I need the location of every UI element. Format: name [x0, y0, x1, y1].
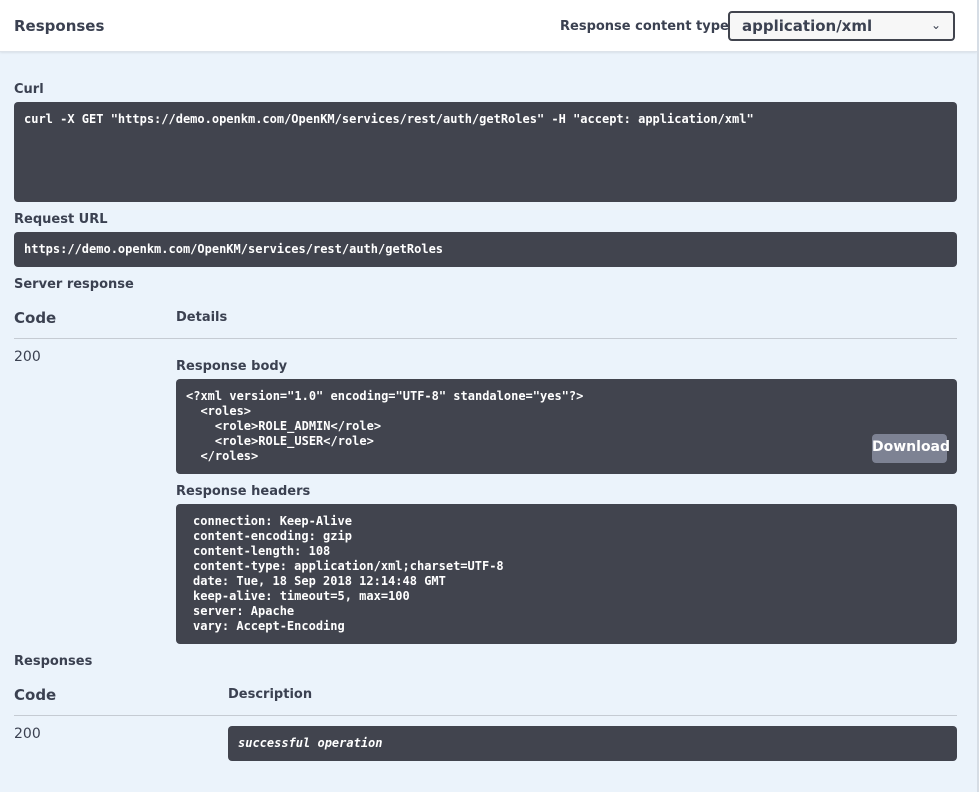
responses-table-divider — [14, 715, 957, 716]
header-line: content-length: 108 — [193, 544, 331, 558]
responses-code-header: Code — [14, 686, 57, 704]
request-url-block[interactable]: https://demo.openkm.com/OpenKM/services/… — [14, 232, 957, 267]
server-response-label: Server response — [14, 277, 134, 292]
responses-header: Responses Response content type applicat… — [0, 0, 977, 52]
response-headers-block[interactable]: connection: Keep-Alive content-encoding:… — [176, 504, 957, 644]
body-line: <role>ROLE_ADMIN</role> — [186, 419, 382, 433]
content-type-label: Response content type — [560, 19, 729, 34]
server-table-divider — [14, 338, 957, 339]
body-line: <role>ROLE_USER</role> — [186, 434, 374, 448]
curl-command: curl -X GET "https://demo.openkm.com/Ope… — [24, 112, 754, 126]
server-response-code: 200 — [14, 349, 41, 365]
body-line: </roles> — [186, 449, 259, 463]
chevron-down-icon: ⌄ — [930, 18, 941, 32]
responses-label: Responses — [14, 654, 93, 669]
body-line: <roles> — [186, 404, 252, 418]
curl-label: Curl — [14, 82, 44, 97]
content-type-select[interactable]: application/xml ⌄ — [728, 11, 955, 41]
server-code-header: Code — [14, 309, 57, 327]
content-type-value: application/xml — [742, 17, 873, 35]
server-details-header: Details — [176, 310, 228, 325]
section-title: Responses — [14, 17, 105, 35]
header-line: connection: Keep-Alive — [193, 514, 352, 528]
responses-code: 200 — [14, 726, 41, 742]
header-line: content-type: application/xml;charset=UT… — [193, 559, 504, 573]
header-line: vary: Accept-Encoding — [193, 619, 345, 633]
request-url-label: Request URL — [14, 212, 108, 227]
header-line: server: Apache — [193, 604, 295, 618]
request-url-value: https://demo.openkm.com/OpenKM/services/… — [24, 242, 444, 256]
download-button[interactable]: Download — [872, 434, 950, 463]
response-description: successful operation — [238, 736, 383, 750]
header-line: content-encoding: gzip — [193, 529, 352, 543]
response-headers-label: Response headers — [176, 484, 311, 499]
header-line: date: Tue, 18 Sep 2018 12:14:48 GMT — [193, 574, 446, 588]
response-description-block: successful operation — [228, 726, 957, 761]
header-line: keep-alive: timeout=5, max=100 — [193, 589, 410, 603]
body-line: <?xml version="1.0" encoding="UTF-8" sta… — [186, 389, 584, 403]
response-body-block[interactable]: <?xml version="1.0" encoding="UTF-8" sta… — [176, 379, 957, 474]
curl-command-block[interactable]: curl -X GET "https://demo.openkm.com/Ope… — [14, 102, 957, 202]
responses-description-header: Description — [228, 687, 313, 702]
response-body-label: Response body — [176, 359, 288, 374]
